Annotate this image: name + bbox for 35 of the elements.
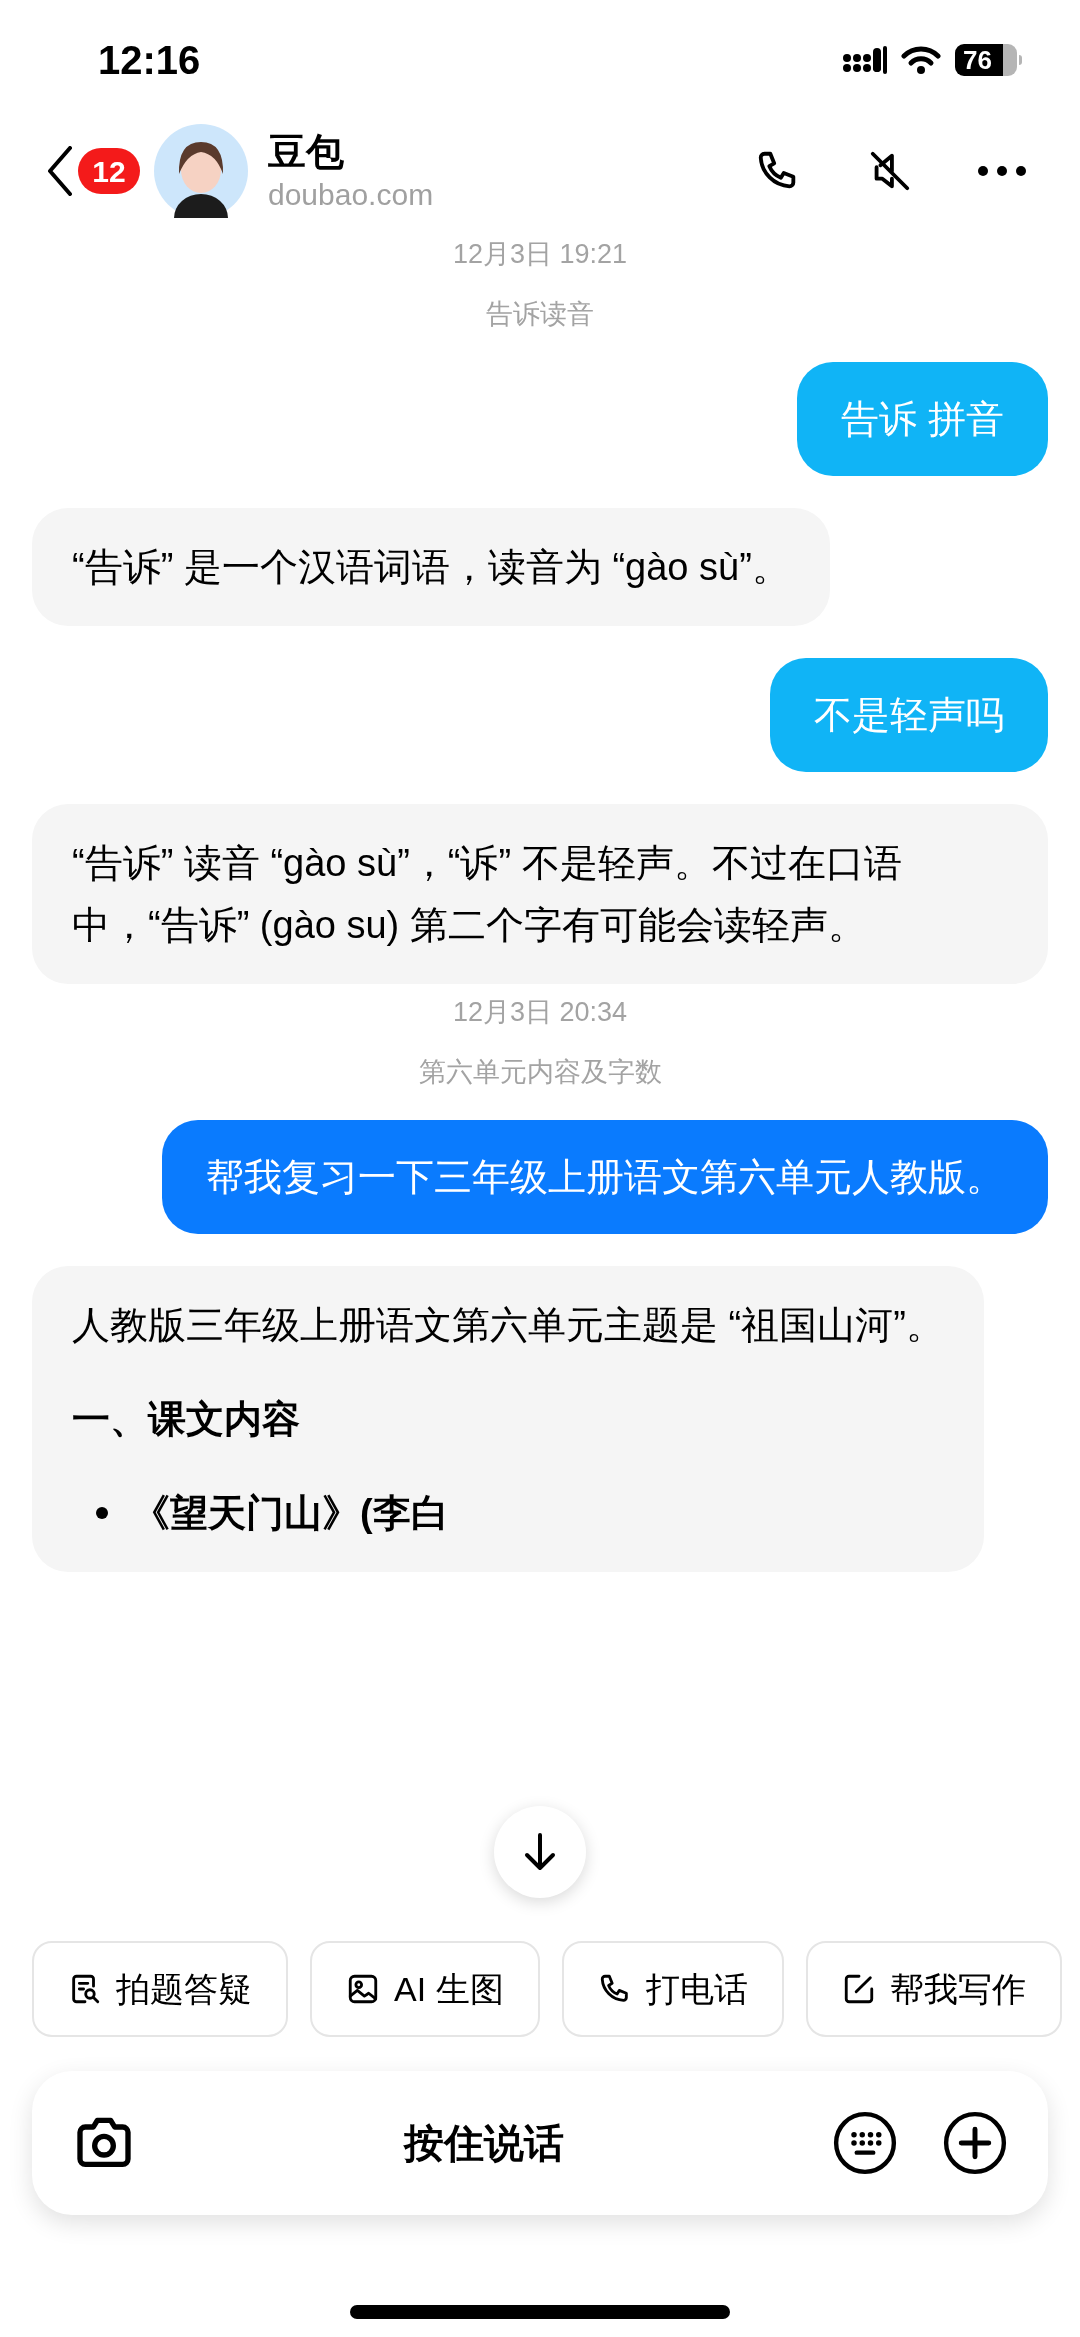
user-message: 告诉 拼音 (797, 362, 1048, 476)
more-icon (977, 165, 1027, 177)
contact-subtitle: doubao.com (268, 177, 435, 213)
message-text: 人教版三年级上册语文第六单元主题是 “祖国山河”。 (72, 1303, 944, 1348)
unread-badge: 12 (78, 148, 140, 194)
quick-action-chip[interactable]: 打电话 (561, 1941, 784, 2037)
back-button[interactable]: 12 (46, 141, 146, 201)
keyboard-icon (832, 2110, 898, 2176)
plus-icon (942, 2110, 1008, 2176)
wifi-icon (901, 45, 941, 75)
quick-action-chip[interactable]: 帮我写作 (805, 1941, 1062, 2037)
timestamp: 12月3日 20:34 (452, 996, 628, 1029)
quick-action-chip[interactable]: AI 生图 (310, 1941, 540, 2037)
topic-label: 告诉读音 (486, 298, 594, 331)
message-text: “告诉” 读音 “gào sù”，“诉” 不是轻声。不过在口语中，“告诉” (gào su) 第二个字有可能会读轻声。 (72, 841, 903, 948)
status-time: 12:16 (98, 37, 201, 84)
hold-to-talk-button[interactable]: 按住说话 (136, 2113, 832, 2173)
section-heading: 一、课文内容 (72, 1397, 301, 1442)
down-arrow-icon (522, 1832, 558, 1872)
timestamp: 12月3日 19:21 (452, 238, 628, 271)
topic-label: 第六单元内容及字数 (418, 1056, 662, 1089)
message-text: “告诉” 是一个汉语词语，读音为 “gào sù”。 (72, 545, 790, 590)
avatar[interactable] (154, 124, 248, 218)
list-item-text: 《望天门山》(李白 (132, 1491, 449, 1536)
image-icon (346, 1972, 380, 2006)
quick-action-chip[interactable]: 拍题答疑 (32, 1941, 288, 2037)
back-icon (46, 146, 74, 196)
signal-icon (843, 46, 887, 74)
user-message: 帮我复习一下三年级上册语文第六单元人教版。 (162, 1120, 1048, 1234)
bullet-icon (96, 1507, 108, 1519)
contact-name: 豆包 (268, 130, 345, 175)
user-message: 不是轻声吗 (770, 658, 1048, 772)
add-button[interactable] (942, 2110, 1008, 2176)
battery-level: 76 (963, 47, 992, 73)
keyboard-button[interactable] (832, 2110, 898, 2176)
